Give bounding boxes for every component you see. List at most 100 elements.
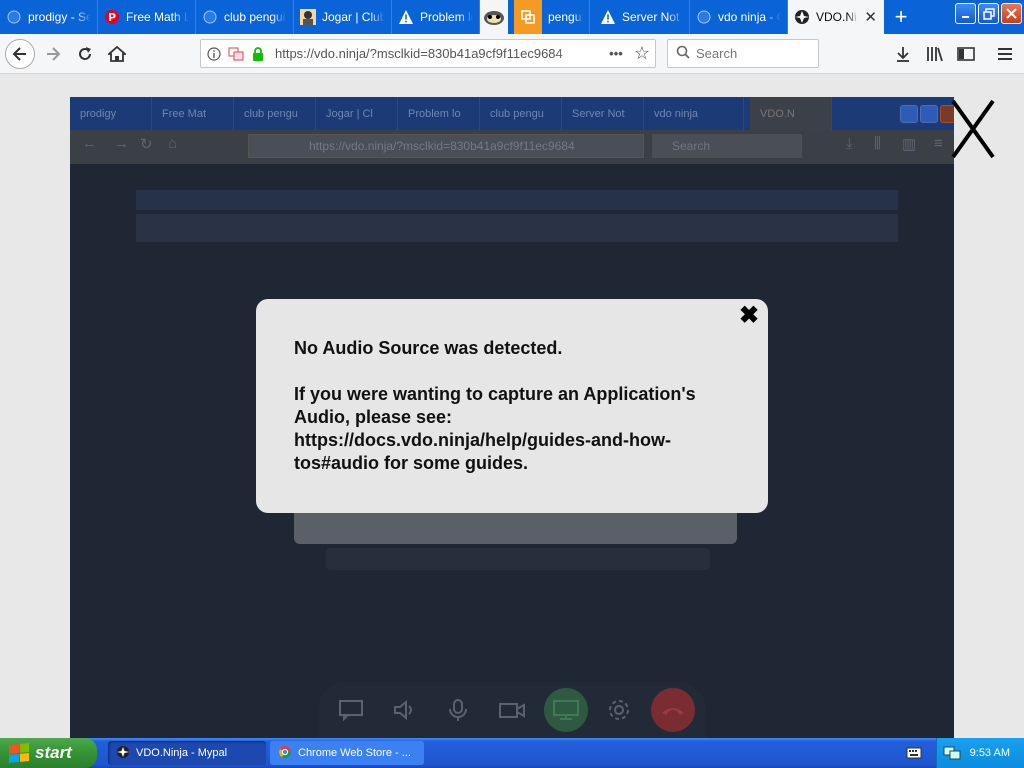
preview-tab: Free Mat <box>152 97 234 130</box>
tab-label: Free Math L <box>126 10 189 24</box>
tab-label: vdo ninja - C <box>718 10 781 24</box>
info-icon[interactable] <box>205 46 223 61</box>
blue-circle-icon <box>6 9 22 25</box>
url-text: https://vdo.ninja/?msclkid=830b41a9cf9f1… <box>275 46 563 61</box>
windows-taskbar: start VDO.Ninja - Mypal Chrome Web Store… <box>0 738 1024 768</box>
tab-label: prodigy - Se <box>28 10 91 24</box>
url-bar[interactable]: https://vdo.ninja/?msclkid=830b41a9cf9f1… <box>200 39 656 68</box>
taskbar-item-chrome-web-store[interactable]: Chrome Web Store - ... <box>270 741 424 765</box>
tab-vdo-ninja-search[interactable]: vdo ninja - C <box>690 0 788 34</box>
forward-button[interactable] <box>38 39 68 69</box>
taskbar-item-label: VDO.Ninja - Mypal <box>136 747 228 759</box>
new-tab-button[interactable]: + <box>884 0 918 34</box>
orange-extension-icon <box>514 0 542 34</box>
download-icon[interactable] <box>890 41 916 67</box>
close-window-icon[interactable] <box>1001 3 1022 24</box>
search-bar[interactable]: Search <box>667 39 819 68</box>
lock-icon[interactable] <box>249 46 267 61</box>
preview-search-bar: Search <box>652 134 802 158</box>
dialog-message-line: Audio, please see: <box>294 407 453 427</box>
no-audio-dialog: ✖ No Audio Source was detected. If you w… <box>256 299 768 513</box>
start-label: start <box>35 743 72 762</box>
preview-back-icon: ← <box>82 135 97 152</box>
preview-panel-footer <box>326 548 710 570</box>
pinterest-icon: P <box>104 9 120 25</box>
navigation-toolbar: https://vdo.ninja/?msclkid=830b41a9cf9f1… <box>0 34 1024 74</box>
tab-penguin-extension[interactable]: pengui <box>480 0 590 34</box>
tab-label: VDO.Ninja <box>816 10 858 24</box>
preview-home-icon: ⌂ <box>168 135 178 152</box>
network-icon[interactable] <box>943 745 961 764</box>
tab-problem-loading[interactable]: Problem loa <box>392 0 480 34</box>
tab-close-icon[interactable]: ✕ <box>864 8 877 26</box>
back-arrow-icon <box>12 47 26 61</box>
tab-server-not-found[interactable]: Server Not <box>590 0 690 34</box>
call-control-bar <box>318 682 706 738</box>
home-button[interactable] <box>102 39 132 69</box>
home-icon <box>108 46 126 62</box>
preview-minimize-icon <box>900 105 918 123</box>
dialog-message-line: tos#audio for some guides. <box>294 453 529 473</box>
preview-tab: Jogar | Cl <box>316 97 398 130</box>
tab-label: pengui <box>548 10 583 24</box>
taskbar-item-vdo-ninja[interactable]: VDO.Ninja - Mypal <box>108 741 266 765</box>
dialog-close-icon[interactable]: ✖ <box>736 302 762 329</box>
keyboard-icon[interactable] <box>906 746 922 765</box>
tab-jogar-club[interactable]: Jogar | Club <box>294 0 392 34</box>
start-button[interactable]: start <box>0 738 97 768</box>
dialog-heading: No Audio Source was detected. <box>294 338 563 358</box>
tab-vdo-ninja-active[interactable]: VDO.Ninja ✕ <box>788 0 884 34</box>
reload-icon <box>79 47 91 60</box>
speaker-icon[interactable] <box>383 688 427 732</box>
blue-circle-icon <box>696 9 712 25</box>
preview-forward-icon: → <box>114 135 129 152</box>
library-icon[interactable] <box>922 41 948 67</box>
tab-label: Server Not <box>622 10 680 24</box>
tab-free-math[interactable]: P Free Math L <box>98 0 196 34</box>
page-content: prodigy Free Mat club pengu Jogar | Cl P… <box>0 74 1024 738</box>
preview-url-bar: https://vdo.ninja/?msclkid=830b41a9cf9f1… <box>248 134 644 158</box>
hamburger-menu-icon[interactable] <box>992 41 1018 67</box>
preview-sidebar-icon: ▥ <box>902 136 917 153</box>
ninja-icon <box>794 9 810 25</box>
chat-icon[interactable] <box>329 688 373 732</box>
preview-tab: Server Not <box>562 97 644 130</box>
microphone-icon[interactable] <box>436 688 480 732</box>
camera-icon[interactable] <box>490 688 534 732</box>
preview-reload-icon: ↻ <box>140 136 153 153</box>
reload-button[interactable] <box>70 39 100 69</box>
tab-label: Problem loa <box>420 10 473 24</box>
minimize-icon[interactable] <box>955 3 976 24</box>
preview-tab-active: VDO.N <box>750 97 832 130</box>
preview-restore-icon <box>920 105 938 123</box>
search-icon <box>676 45 690 62</box>
search-placeholder: Search <box>696 46 738 61</box>
raccoon-icon <box>480 0 508 34</box>
close-overlay-icon[interactable] <box>950 98 996 160</box>
forward-arrow-icon <box>47 47 61 61</box>
tab-prodigy[interactable]: prodigy - Se <box>0 0 98 34</box>
dialog-help-link-line: https://docs.vdo.ninja/help/guides-and-h… <box>294 430 671 450</box>
permissions-icon[interactable] <box>227 46 245 61</box>
windows-logo-icon <box>9 742 29 764</box>
sidebar-icon[interactable] <box>953 41 979 67</box>
preview-menu-icon: ≡ <box>934 135 943 152</box>
preview-nav-bar: ← → ↻ ⌂ https://vdo.ninja/?msclkid=830b4… <box>70 130 954 164</box>
back-button[interactable] <box>5 39 35 69</box>
tab-label: club pengui <box>224 10 286 24</box>
warning-icon <box>398 9 414 25</box>
system-tray: 9:53 AM <box>936 738 1024 768</box>
preview-tab-strip: prodigy Free Mat club pengu Jogar | Cl P… <box>70 97 954 130</box>
tab-club-penguin[interactable]: club pengui <box>196 0 294 34</box>
avatar-icon <box>300 9 316 25</box>
bookmark-star-icon[interactable]: ☆ <box>629 43 655 64</box>
screen-share-icon[interactable] <box>543 688 588 732</box>
settings-gear-icon[interactable] <box>597 688 641 732</box>
browser-tab-strip: prodigy - Se P Free Math L club pengui J… <box>0 0 1024 34</box>
clock: 9:53 AM <box>969 747 1010 759</box>
restore-icon[interactable] <box>978 3 999 24</box>
page-actions-icon[interactable]: ••• <box>603 46 629 61</box>
svg-text:P: P <box>108 11 116 24</box>
preview-tab: club pengu <box>480 97 562 130</box>
hangup-icon[interactable] <box>651 688 696 732</box>
